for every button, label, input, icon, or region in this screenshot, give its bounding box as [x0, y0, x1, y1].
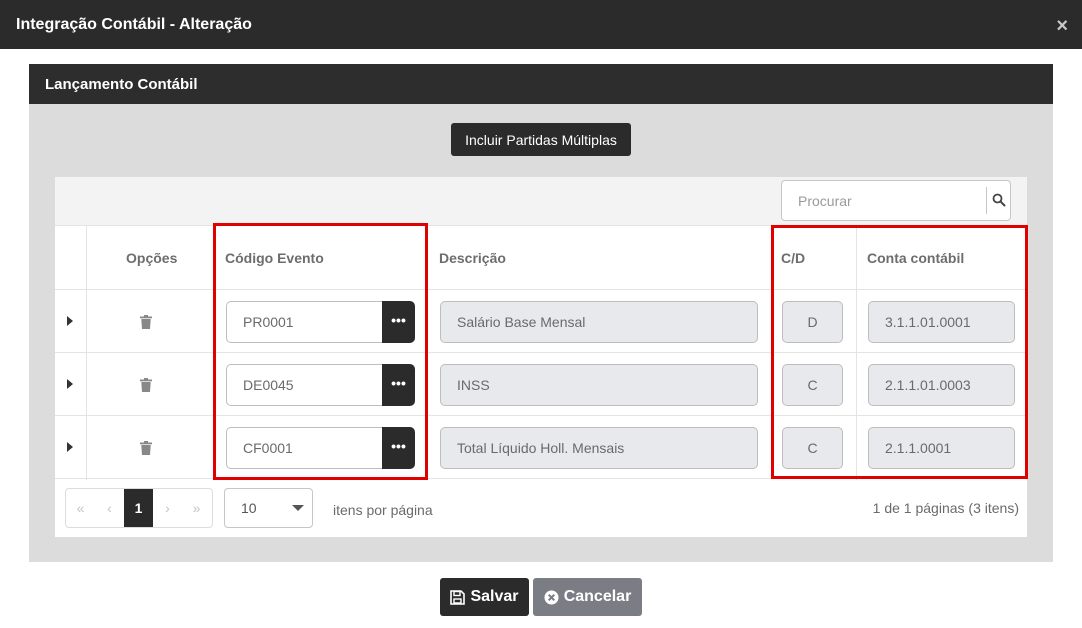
grid-footer: « ‹ 1 › » 10 itens por página 1 de 1 pág… [55, 480, 1027, 537]
items-per-page-label: itens por página [333, 502, 433, 518]
description-field: Total Líquido Holl. Mensais [440, 427, 758, 469]
save-label: Salvar [470, 588, 519, 605]
account-field: 2.1.1.0001 [868, 427, 1015, 469]
grid-toolbar [55, 177, 1027, 226]
pagination: « ‹ 1 › » [65, 488, 213, 528]
include-multiple-entries-button[interactable]: Incluir Partidas Múltiplas [451, 123, 631, 156]
cd-field: C [782, 364, 843, 406]
chevron-down-icon [292, 505, 304, 511]
search-input[interactable] [782, 181, 986, 220]
page-size-select[interactable]: 10 [224, 488, 313, 528]
cd-field: C [782, 427, 843, 469]
last-page-button[interactable]: » [182, 489, 211, 527]
page-info: 1 de 1 páginas (3 itens) [872, 500, 1019, 516]
trash-icon[interactable] [140, 315, 152, 329]
next-page-button[interactable]: › [153, 489, 182, 527]
trash-icon[interactable] [140, 378, 152, 392]
event-lookup-button[interactable]: ••• [382, 364, 415, 406]
search-box [781, 180, 1011, 221]
save-icon [450, 589, 466, 605]
column-header-event-code[interactable]: Código Evento [225, 250, 324, 266]
event-code-field[interactable]: DE0045 [226, 364, 382, 406]
column-header-cd[interactable]: C/D [781, 250, 805, 266]
close-icon[interactable]: × [1056, 16, 1068, 36]
description-field: Salário Base Mensal [440, 301, 758, 343]
event-lookup-button[interactable]: ••• [382, 427, 415, 469]
accounting-entry-panel: Lançamento Contábil Incluir Partidas Múl… [29, 64, 1053, 562]
expand-row-icon[interactable] [67, 442, 73, 452]
first-page-button[interactable]: « [66, 489, 95, 527]
cd-field: D [782, 301, 843, 343]
cancel-icon [544, 590, 559, 604]
event-code-field[interactable]: CF0001 [226, 427, 382, 469]
integration-modal: Integração Contábil - Alteração × Lançam… [0, 0, 1082, 628]
expand-row-icon[interactable] [67, 316, 73, 326]
cancel-label: Cancelar [563, 588, 632, 605]
description-field: INSS [440, 364, 758, 406]
panel-header: Lançamento Contábil [29, 64, 1053, 104]
table-row: DE0045 ••• INSS C 2.1.1.01.0003 [55, 353, 1027, 416]
grid-header-row: Opções Código Evento Descrição C/D Conta… [55, 226, 1027, 290]
page-1-button[interactable]: 1 [124, 489, 153, 527]
expand-row-icon[interactable] [67, 379, 73, 389]
page-size-value: 10 [241, 500, 257, 516]
search-icon[interactable] [992, 193, 1006, 207]
modal-title: Integração Contábil - Alteração [16, 16, 252, 33]
column-header-account[interactable]: Conta contábil [867, 250, 964, 266]
table-row: CF0001 ••• Total Líquido Holl. Mensais C… [55, 416, 1027, 479]
entries-grid: Opções Código Evento Descrição C/D Conta… [55, 177, 1027, 537]
event-code-field[interactable]: PR0001 [226, 301, 382, 343]
account-field: 2.1.1.01.0003 [868, 364, 1015, 406]
modal-header: Integração Contábil - Alteração × [0, 0, 1082, 49]
table-row: PR0001 ••• Salário Base Mensal D 3.1.1.0… [55, 290, 1027, 353]
event-lookup-button[interactable]: ••• [382, 301, 415, 343]
trash-icon[interactable] [140, 441, 152, 455]
prev-page-button[interactable]: ‹ [95, 489, 124, 527]
panel-title: Lançamento Contábil [45, 76, 198, 93]
account-field: 3.1.1.01.0001 [868, 301, 1015, 343]
column-header-description[interactable]: Descrição [439, 250, 506, 266]
save-button[interactable]: Salvar [440, 578, 529, 616]
search-divider [986, 187, 987, 214]
column-header-options: Opções [126, 250, 178, 266]
cancel-button[interactable]: Cancelar [533, 578, 642, 616]
